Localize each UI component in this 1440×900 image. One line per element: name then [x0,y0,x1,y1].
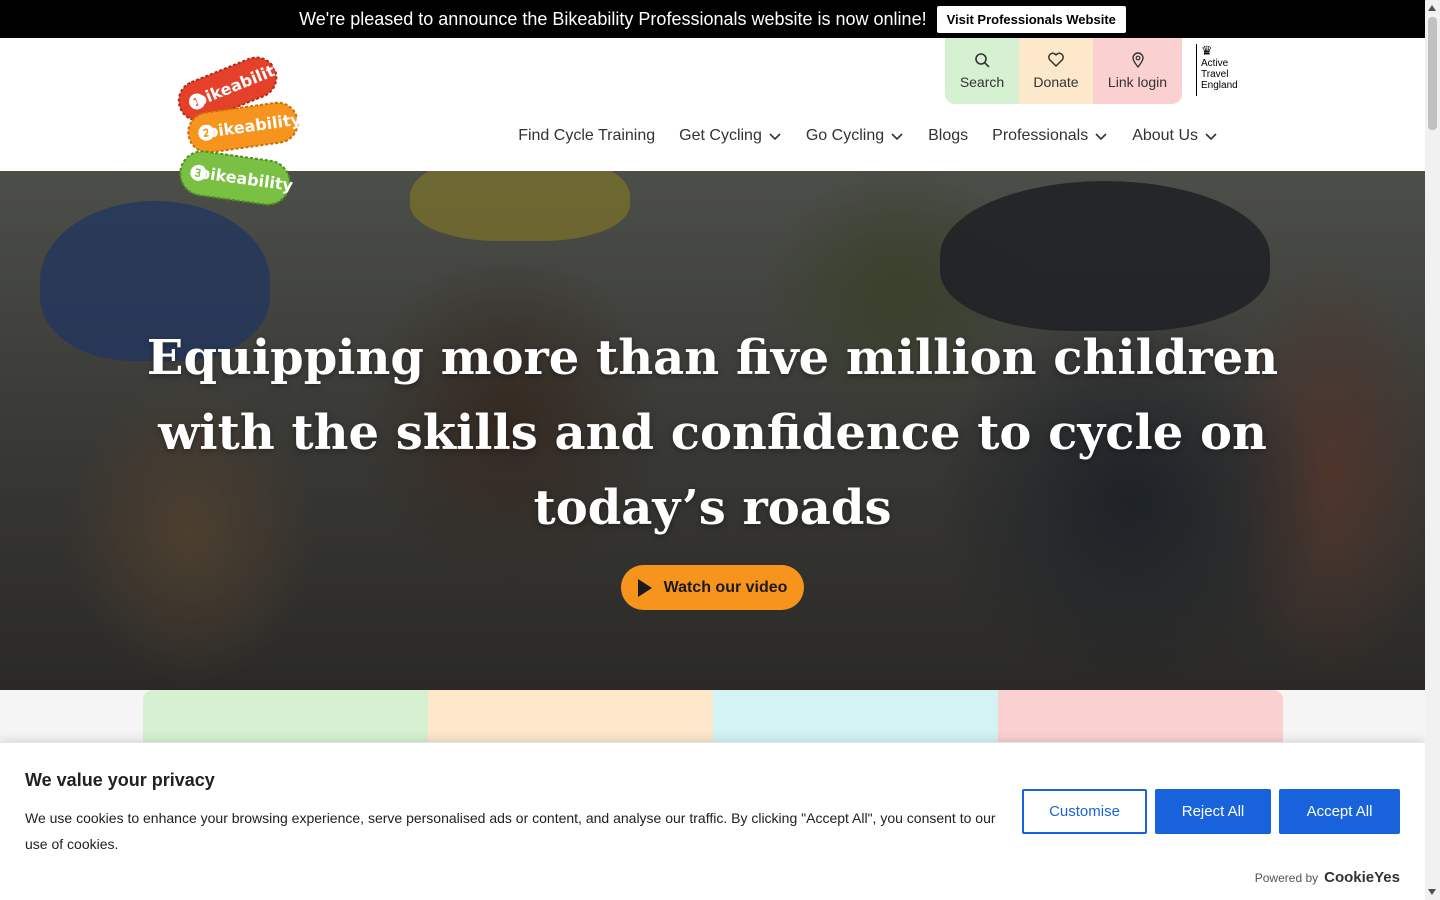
nav-get-cycling[interactable]: Get Cycling [679,127,782,145]
nav-label: Get Cycling [679,127,762,144]
hero-title: Equipping more than five million childre… [140,321,1285,546]
donate-label: Donate [1033,74,1079,90]
powered-by-label: Powered by [1254,871,1319,885]
play-icon [637,578,652,597]
scrollbar-thumb[interactable] [1428,17,1437,130]
cookie-title: We value your privacy [25,770,215,790]
ate-line-2: Travel [1201,69,1229,80]
visit-professionals-button[interactable]: Visit Professionals Website [936,5,1126,33]
hero-title-line: with the skills and confidence to cycle … [158,405,1267,461]
watch-video-label: Watch our video [663,578,788,596]
chevron-down-icon [891,133,903,141]
site-header: 1 bikeability 2 bikeability 3 bikeabilit… [0,38,1425,206]
bikeability-logo[interactable]: 1 bikeability 2 bikeability 3 bikeabilit… [170,48,305,213]
ate-line-3: England [1201,80,1238,91]
page-scrollbar[interactable] [1425,0,1440,900]
quick-link-tile[interactable] [713,690,998,750]
nav-label: Go Cycling [805,127,885,144]
hero-title-line: Equipping more than five million childre… [146,330,1279,386]
chevron-down-icon [1205,133,1217,141]
quick-link-tile[interactable] [143,690,428,750]
logo-level-3: 3 bikeability [179,150,295,206]
royal-crest-icon: ♛ [1201,43,1213,58]
customise-button[interactable]: Customise [1022,789,1147,834]
scroll-up-arrow-icon[interactable] [1428,5,1436,11]
nav-professionals[interactable]: Professionals [992,127,1108,145]
reject-all-button[interactable]: Reject All [1155,789,1271,834]
active-travel-england-logo[interactable]: ♛ Active Travel England [1196,44,1244,96]
nav-label: About Us [1132,127,1198,144]
chevron-down-icon [769,133,781,141]
nav-about-us[interactable]: About Us [1132,127,1218,145]
hero-section: Equipping more than five million childre… [0,171,1425,690]
main-nav: Find Cycle Training Get Cycling Go Cycli… [518,127,1218,145]
search-button[interactable]: Search [945,38,1019,104]
ate-line-1: Active [1201,58,1229,69]
nav-go-cycling[interactable]: Go Cycling [806,127,904,145]
hero-title-line: today’s roads [533,480,892,536]
watch-video-button[interactable]: Watch our video [621,565,804,610]
cookie-description: We use cookies to enhance your browsing … [25,810,996,852]
nav-find-cycle-training[interactable]: Find Cycle Training [518,127,655,145]
nav-label: Blogs [928,127,969,144]
quick-link-tile[interactable] [428,690,713,750]
accept-all-button[interactable]: Accept All [1279,789,1400,834]
heart-icon [1048,52,1064,67]
quick-link-tile[interactable] [998,690,1283,750]
utility-links: Search Donate Link login [945,38,1182,104]
nav-label: Professionals [992,127,1089,144]
link-login-button[interactable]: Link login [1093,38,1182,104]
donate-button[interactable]: Donate [1019,38,1093,104]
announcement-text: We're pleased to announce the Bikeabilit… [299,8,927,29]
cookieyes-logo[interactable]: CookieYes [1324,869,1400,886]
location-pin-icon [1131,52,1144,68]
nav-blogs[interactable]: Blogs [928,127,968,145]
search-icon [975,53,990,68]
nav-label: Find Cycle Training [518,127,656,144]
announcement-bar: We're pleased to announce the Bikeabilit… [0,0,1425,38]
cookie-banner: We value your privacy We use cookies to … [0,742,1425,900]
link-login-label: Link login [1107,74,1168,90]
chevron-down-icon [1095,133,1107,141]
scroll-down-arrow-icon[interactable] [1428,889,1436,895]
search-label: Search [959,74,1005,90]
powered-by: Powered by CookieYes [1255,869,1400,886]
